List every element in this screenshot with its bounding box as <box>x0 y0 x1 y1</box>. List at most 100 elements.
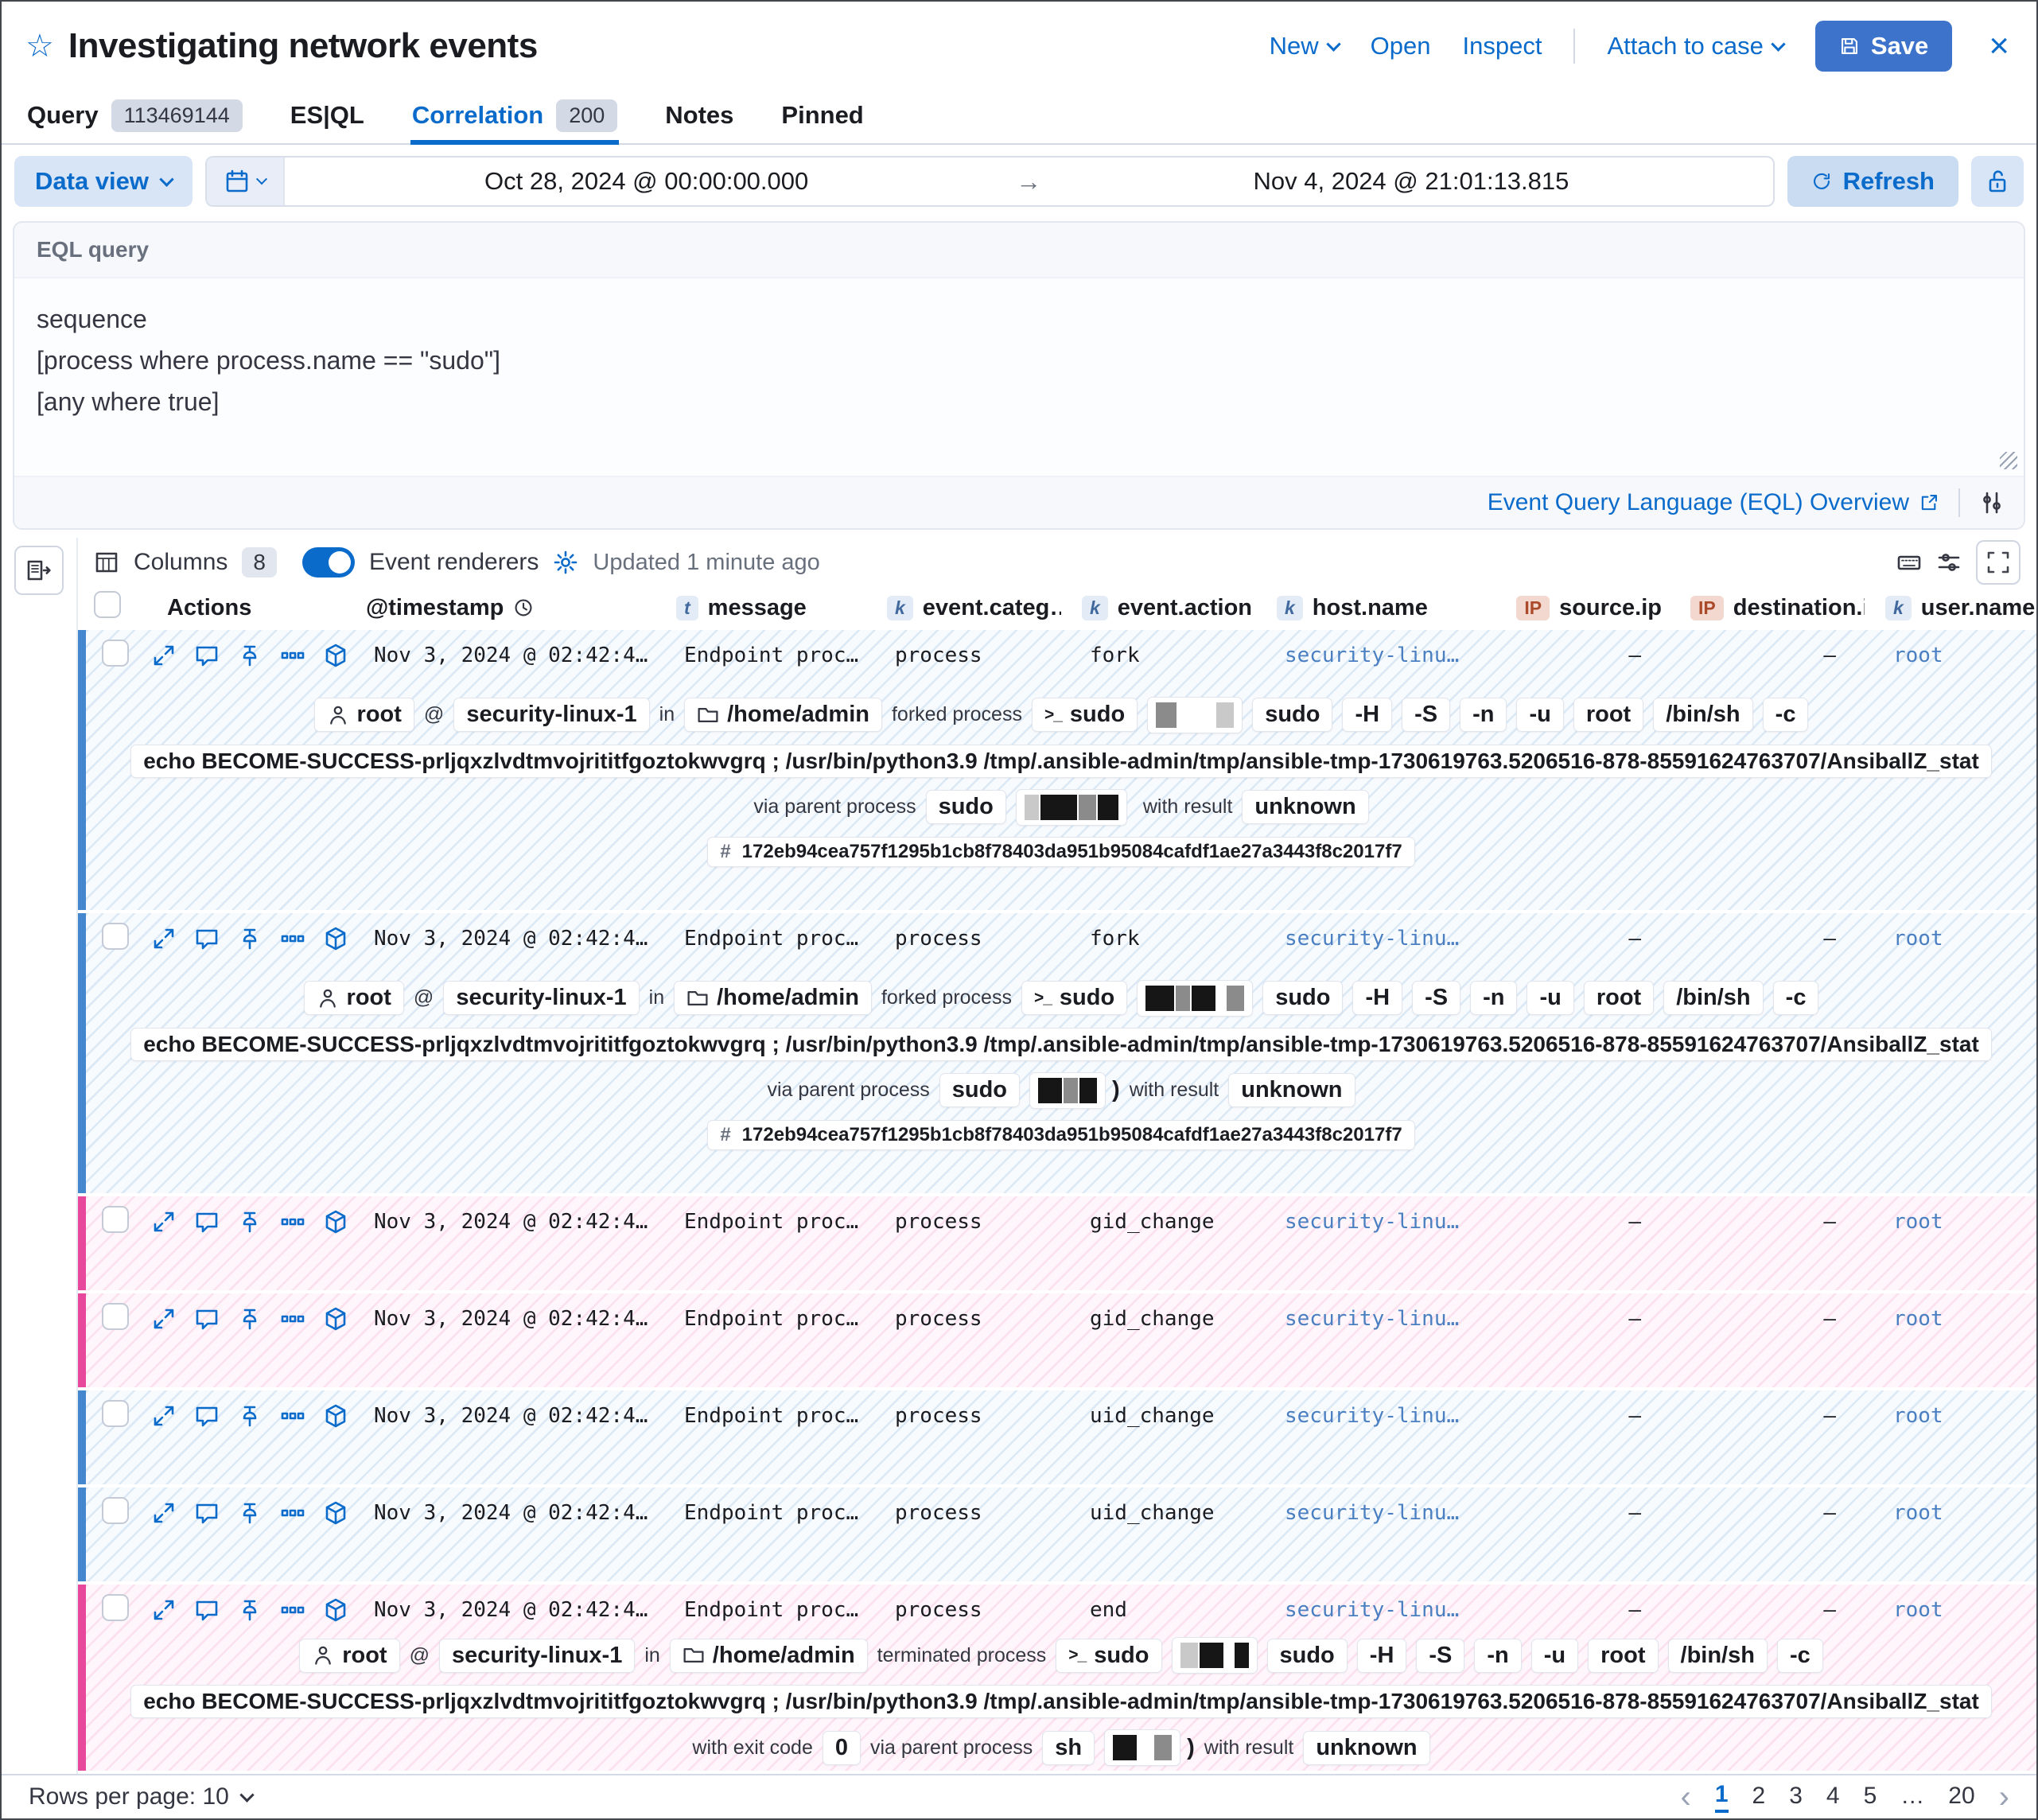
open-button[interactable]: Open <box>1371 32 1431 60</box>
gear-icon[interactable] <box>553 550 578 575</box>
arg-badge[interactable]: -S <box>1412 981 1460 1015</box>
arg-badge[interactable]: -S <box>1402 698 1450 732</box>
col-event-action[interactable]: kevent.action <box>1061 595 1256 621</box>
analyze-event-icon[interactable] <box>323 1500 348 1526</box>
host-badge[interactable]: security-linux-1 <box>443 981 639 1015</box>
analyze-event-icon[interactable] <box>323 1597 348 1623</box>
arg-badge[interactable]: -c <box>1773 981 1819 1015</box>
arg-badge[interactable]: -H <box>1342 698 1392 732</box>
add-note-icon[interactable] <box>194 926 220 951</box>
process-hash-badge[interactable]: #172eb94cea757f1295b1cb8f78403da951b9508… <box>707 1120 1414 1150</box>
favorite-star-icon[interactable]: ☆ <box>25 28 54 64</box>
row-checkbox[interactable] <box>102 1497 129 1524</box>
parent-process-badge[interactable]: sudo <box>926 790 1006 824</box>
process-badge[interactable]: >_sudo <box>1056 1639 1161 1673</box>
more-actions-icon[interactable] <box>280 1500 305 1526</box>
arg-badge[interactable]: -n <box>1474 1639 1521 1673</box>
cell-timestamp[interactable]: Nov 3, 2024 @ 02:42:4… <box>353 1598 663 1622</box>
event-renderers-toggle[interactable] <box>302 547 355 578</box>
columns-button[interactable]: Columns <box>134 549 228 576</box>
cell-host-name[interactable]: security-linu… <box>1264 1210 1515 1234</box>
working-directory-badge[interactable]: /home/admin <box>670 1639 868 1673</box>
event-row[interactable]: Nov 3, 2024 @ 02:42:4… Endpoint proc… pr… <box>78 1390 2036 1484</box>
eql-query-textarea[interactable]: sequence [process where process.name == … <box>14 277 2024 476</box>
cell-message[interactable]: Endpoint proc… <box>663 1598 874 1622</box>
arg-badge[interactable]: -H <box>1352 981 1402 1015</box>
cell-host-name[interactable]: security-linu… <box>1264 927 1515 951</box>
cell-event-action[interactable]: end <box>1069 1598 1264 1622</box>
working-directory-badge[interactable]: /home/admin <box>674 981 872 1015</box>
arg-badge[interactable]: sudo <box>1267 1639 1348 1673</box>
save-button[interactable]: Save <box>1815 21 1952 72</box>
analyze-event-icon[interactable] <box>323 643 348 668</box>
arg-badge[interactable]: -n <box>1470 981 1517 1015</box>
page-button[interactable]: 4 <box>1826 1783 1840 1811</box>
more-actions-icon[interactable] <box>280 1306 305 1332</box>
cell-host-name[interactable]: security-linu… <box>1264 1307 1515 1331</box>
col-user-name[interactable]: kuser.name <box>1865 595 2036 621</box>
cell-event-action[interactable]: gid_change <box>1069 1307 1264 1331</box>
cell-timestamp[interactable]: Nov 3, 2024 @ 02:42:4… <box>353 1501 663 1525</box>
add-note-icon[interactable] <box>194 1209 220 1235</box>
cell-event-category[interactable]: process <box>874 1210 1069 1234</box>
pin-event-icon[interactable] <box>237 1209 263 1235</box>
tab-pinned[interactable]: Pinned <box>780 83 865 145</box>
cell-event-category[interactable]: process <box>874 1404 1069 1428</box>
pin-event-icon[interactable] <box>237 1500 263 1526</box>
cell-host-name[interactable]: security-linu… <box>1264 1404 1515 1428</box>
col-message[interactable]: tmessage <box>655 595 866 621</box>
tab-notes[interactable]: Notes <box>663 83 735 145</box>
page-button[interactable]: 5 <box>1864 1783 1877 1811</box>
eql-settings-icon[interactable] <box>1979 490 2005 515</box>
cell-event-action[interactable]: gid_change <box>1069 1210 1264 1234</box>
cell-user-name[interactable]: root <box>1873 1598 2036 1622</box>
cell-user-name[interactable]: root <box>1873 1210 2036 1234</box>
arg-badge[interactable]: root <box>1588 1639 1658 1673</box>
cell-event-category[interactable]: process <box>874 927 1069 951</box>
pin-event-icon[interactable] <box>237 1597 263 1623</box>
pin-event-icon[interactable] <box>237 1306 263 1332</box>
analyze-event-icon[interactable] <box>323 1306 348 1332</box>
pin-event-icon[interactable] <box>237 643 263 668</box>
keyboard-shortcuts-icon[interactable] <box>1896 550 1922 575</box>
cell-message[interactable]: Endpoint proc… <box>663 927 874 951</box>
expand-event-icon[interactable] <box>151 1403 177 1429</box>
arg-badge[interactable]: sudo <box>1262 981 1343 1015</box>
analyze-event-icon[interactable] <box>323 1403 348 1429</box>
arg-badge[interactable]: -u <box>1527 981 1573 1015</box>
col-event-category[interactable]: kevent.categ… <box>866 595 1061 621</box>
rows-per-page-button[interactable]: Rows per page: 10 <box>29 1783 252 1810</box>
tab-correlation[interactable]: Correlation200 <box>410 83 619 145</box>
display-options-icon[interactable] <box>1936 550 1962 575</box>
cell-event-action[interactable]: fork <box>1069 927 1264 951</box>
host-badge[interactable]: security-linux-1 <box>439 1639 635 1673</box>
analyze-event-icon[interactable] <box>323 1209 348 1235</box>
exit-code-badge[interactable]: 0 <box>823 1731 861 1765</box>
cell-event-action[interactable]: uid_change <box>1069 1404 1264 1428</box>
new-button[interactable]: New <box>1270 32 1339 60</box>
select-all-checkbox[interactable] <box>94 591 121 618</box>
expand-event-icon[interactable] <box>151 1306 177 1332</box>
arg-badge[interactable]: -n <box>1460 698 1507 732</box>
result-badge[interactable]: unknown <box>1303 1731 1429 1765</box>
cell-event-category[interactable]: process <box>874 1501 1069 1525</box>
arg-badge[interactable]: /bin/sh <box>1668 1639 1768 1673</box>
row-checkbox[interactable] <box>102 1303 129 1330</box>
unlock-time-range-button[interactable] <box>1971 156 2024 207</box>
cell-user-name[interactable]: root <box>1873 927 2036 951</box>
cell-event-category[interactable]: process <box>874 644 1069 667</box>
cell-message[interactable]: Endpoint proc… <box>663 1210 874 1234</box>
cell-host-name[interactable]: security-linu… <box>1264 644 1515 667</box>
attach-to-case-button[interactable]: Attach to case <box>1607 32 1783 60</box>
pin-event-icon[interactable] <box>237 1403 263 1429</box>
add-note-icon[interactable] <box>194 1597 220 1623</box>
arg-badge[interactable]: -S <box>1416 1639 1464 1673</box>
arg-badge[interactable]: /bin/sh <box>1653 698 1752 732</box>
data-view-button[interactable]: Data view <box>14 156 193 207</box>
page-button[interactable]: 3 <box>1789 1783 1803 1811</box>
parent-process-badge[interactable]: sh <box>1042 1731 1095 1765</box>
arg-badge[interactable]: /bin/sh <box>1663 981 1763 1015</box>
col-host-name[interactable]: khost.name <box>1256 595 1507 621</box>
process-hash-badge[interactable]: #172eb94cea757f1295b1cb8f78403da951b9508… <box>707 837 1414 867</box>
event-row[interactable]: Nov 3, 2024 @ 02:42:4… Endpoint proc… pr… <box>78 630 2036 910</box>
